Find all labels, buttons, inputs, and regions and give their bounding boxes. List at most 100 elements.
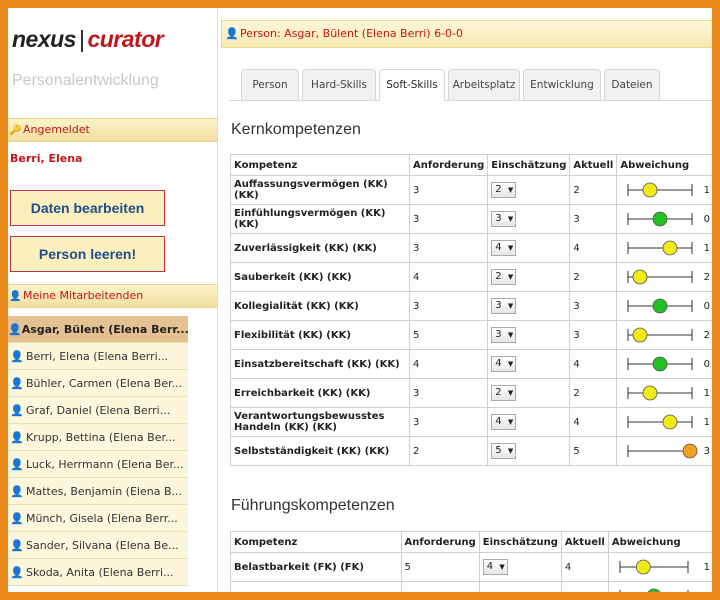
current-value: 3 xyxy=(569,320,618,350)
column-header: Aktuell xyxy=(560,531,609,553)
deviation-gauge xyxy=(619,588,689,592)
employee-item[interactable]: 👤 Sander, Silvana (Elena Be... xyxy=(8,532,188,559)
key-icon: 🔑 xyxy=(9,125,22,136)
assessment-cell: 4 ▼ xyxy=(487,349,571,379)
employee-list: 👤 Asgar, Bülent (Elena Berr... 👤 Berri, Ele… xyxy=(8,316,188,586)
assessment-value: 4 xyxy=(495,416,502,427)
logo-curator: curator xyxy=(87,26,164,52)
requirement-value: 2 xyxy=(408,436,489,466)
fuehrung-title: Führungskompetenzen xyxy=(231,497,395,514)
table-row: Einsatzbereitschaft (KK) (KK) 4 4 ▼ 4 0 xyxy=(230,349,712,379)
employee-item[interactable]: 👤 Krupp, Bettina (Elena Ber... xyxy=(8,424,188,451)
current-value: 4 xyxy=(569,407,618,437)
assessment-cell: 3 ▼ xyxy=(487,320,571,350)
employee-item[interactable]: 👤 Luck, Herrmann (Elena Ber... xyxy=(8,451,188,478)
assessment-select[interactable]: 5 ▼ xyxy=(491,443,517,459)
competency-name: Einfühlungsvermögen (KK) (KK) xyxy=(230,204,410,234)
deviation-cell: 1 xyxy=(616,175,712,205)
competency-name: Flexibilität (KK) (KK) xyxy=(230,320,410,350)
gauge-marker xyxy=(632,269,648,285)
employee-item[interactable]: 👤 Münch, Gisela (Elena Berr... xyxy=(8,505,188,532)
assessment-cell: 4 ▼ xyxy=(478,552,562,582)
deviation-gauge xyxy=(627,327,693,343)
assessment-cell: 4 ▼ xyxy=(487,233,571,263)
person-icon: 👤 xyxy=(9,291,22,302)
clear-person-button[interactable]: Person leeren! xyxy=(10,236,165,272)
assessment-cell xyxy=(478,581,562,592)
assessment-select[interactable]: 3 ▼ xyxy=(491,211,517,227)
tab-hard-skills[interactable]: Hard-Skills xyxy=(302,69,376,100)
assessment-cell: 2 ▼ xyxy=(487,175,571,205)
competency-name: Einsatzbereitschaft (KK) (KK) xyxy=(230,349,410,379)
chevron-down-icon: ▼ xyxy=(507,215,514,223)
deviation-cell xyxy=(607,581,712,592)
current-value: 2 xyxy=(569,262,618,292)
employee-name: Graf, Daniel (Elena Berri... xyxy=(26,403,171,417)
assessment-select[interactable]: 4 ▼ xyxy=(491,356,517,372)
current-value: 5 xyxy=(569,436,618,466)
requirement-value: 3 xyxy=(408,378,489,408)
employee-name: Mattes, Benjamin (Elena B... xyxy=(26,484,182,498)
table-row: Flexibilität (KK) (KK) 5 3 ▼ 3 2 xyxy=(230,320,712,350)
deviation-cell: 0 xyxy=(616,204,712,234)
deviation-wrap: 1 xyxy=(612,557,710,577)
assessment-select[interactable]: 3 ▼ xyxy=(491,298,517,314)
assessment-select[interactable]: 2 ▼ xyxy=(491,385,517,401)
deviation-cell: 1 xyxy=(616,407,712,437)
deviation-wrap: 0 xyxy=(620,209,710,229)
assessment-select[interactable]: 4 ▼ xyxy=(491,240,517,256)
employee-name: Bühler, Carmen (Elena Ber... xyxy=(26,376,183,390)
table-row: Sauberkeit (KK) (KK) 4 2 ▼ 2 2 xyxy=(230,262,712,292)
assessment-select[interactable]: 4 ▼ xyxy=(482,559,508,575)
competency-name: Sauberkeit (KK) (KK) xyxy=(230,262,410,292)
tab-person[interactable]: Person xyxy=(241,69,299,100)
assessment-select[interactable]: 2 ▼ xyxy=(491,269,517,285)
table-row: Kollegialität (KK) (KK) 3 3 ▼ 3 0 xyxy=(230,291,712,321)
column-header: Anforderung xyxy=(408,154,489,176)
deviation-wrap: 1 xyxy=(620,383,710,403)
employee-item[interactable]: 👤 Asgar, Bülent (Elena Berr... xyxy=(8,316,188,343)
column-header: Kompetenz xyxy=(230,154,410,176)
tab-arbeitsplatz[interactable]: Arbeitsplatz xyxy=(448,69,520,100)
requirement-value: 4 xyxy=(408,262,489,292)
person-bar-text: Person: Asgar, Bülent (Elena Berri) 6-0-… xyxy=(240,27,464,40)
tab-soft-skills[interactable]: Soft-Skills xyxy=(379,69,445,101)
employee-name: Sander, Silvana (Elena Be... xyxy=(26,538,179,552)
deviation-cell: 2 xyxy=(616,320,712,350)
column-header: Abweichung xyxy=(607,531,712,553)
employee-item[interactable]: 👤 Mattes, Benjamin (Elena B... xyxy=(8,478,188,505)
deviation-gauge xyxy=(627,182,693,198)
employee-item[interactable]: 👤 Berri, Elena (Elena Berri... xyxy=(8,343,188,370)
tab-dateien[interactable]: Dateien xyxy=(604,69,660,100)
competency-name: Verantwortungsbewusstes Handeln (KK) (KK… xyxy=(230,407,410,437)
edit-data-button[interactable]: Daten bearbeiten xyxy=(10,190,165,226)
deviation-gauge xyxy=(627,298,693,314)
deviation-value: 0 xyxy=(703,300,710,312)
tab-bar: Person Hard-Skills Soft-Skills Arbeitsplatz… xyxy=(229,64,712,101)
tab-entwicklung[interactable]: Entwicklung xyxy=(523,69,601,100)
deviation-gauge xyxy=(627,211,693,227)
deviation-value: 0 xyxy=(703,213,710,225)
assessment-cell: 2 ▼ xyxy=(487,262,571,292)
person-icon: 👤 xyxy=(10,403,24,417)
competency-name: Kollegialität (KK) (KK) xyxy=(230,291,410,321)
deviation-value: 3 xyxy=(703,445,710,457)
employee-item[interactable]: 👤 Graf, Daniel (Elena Berri... xyxy=(8,397,188,424)
column-header: Anforderung xyxy=(400,531,480,553)
chevron-down-icon: ▼ xyxy=(507,447,514,455)
assessment-select[interactable]: 2 ▼ xyxy=(491,182,517,198)
deviation-wrap: 3 xyxy=(620,441,710,461)
assessment-value: 3 xyxy=(495,329,502,340)
chevron-down-icon: ▼ xyxy=(507,331,514,339)
deviation-wrap xyxy=(612,586,710,592)
deviation-cell: 1 xyxy=(616,233,712,263)
assessment-value: 3 xyxy=(495,213,502,224)
employee-item[interactable]: 👤 Skoda, Anita (Elena Berri... xyxy=(8,559,188,586)
table-row: Auffassungsvermögen (KK) (KK) 3 2 ▼ 2 1 xyxy=(230,175,712,205)
assessment-value: 2 xyxy=(495,184,502,195)
assessment-select[interactable]: 4 ▼ xyxy=(491,414,517,430)
employee-item[interactable]: 👤 Bühler, Carmen (Elena Ber... xyxy=(8,370,188,397)
gauge-marker xyxy=(642,182,658,198)
requirement-value: 3 xyxy=(408,204,489,234)
assessment-select[interactable]: 3 ▼ xyxy=(491,327,517,343)
